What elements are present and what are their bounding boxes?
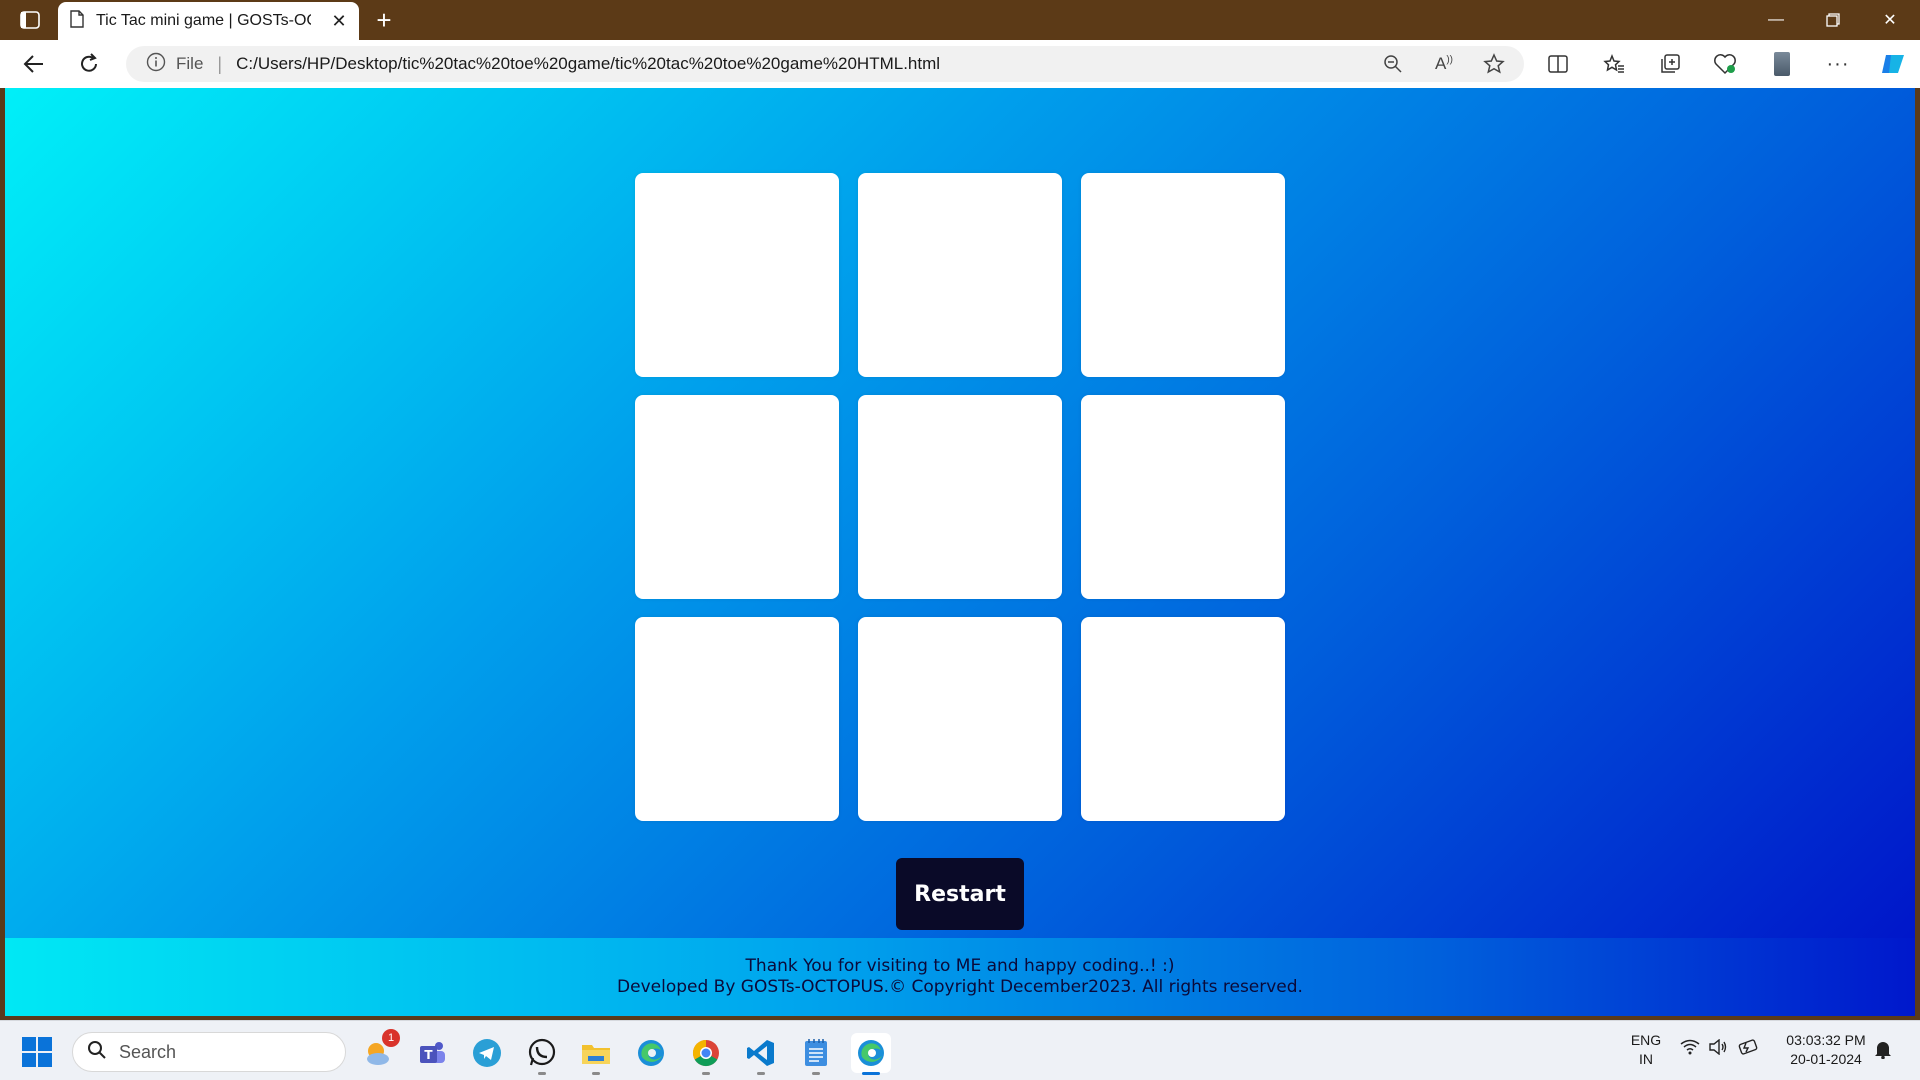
- info-icon[interactable]: [146, 52, 166, 77]
- weather-widget-icon[interactable]: 1: [358, 1029, 400, 1073]
- browser-tab-bar: Tic Tac mini game | GOSTs-OCTO ✕ + — ✕: [0, 0, 1920, 40]
- notification-badge: 1: [382, 1029, 400, 1047]
- board-cell[interactable]: [858, 617, 1062, 821]
- page-icon: [70, 9, 84, 33]
- search-icon: [87, 1040, 107, 1065]
- browser-tab[interactable]: Tic Tac mini game | GOSTs-OCTO ✕: [58, 2, 359, 40]
- notification-bell-icon[interactable]: [1874, 1039, 1892, 1064]
- search-placeholder: Search: [119, 1041, 177, 1062]
- address-bar[interactable]: File | C:/Users/HP/Desktop/tic%20tac%20t…: [126, 46, 1524, 82]
- running-indicator: [812, 1072, 820, 1075]
- system-tray[interactable]: [1680, 1038, 1758, 1060]
- read-aloud-icon[interactable]: A)): [1427, 48, 1461, 80]
- file-explorer-icon[interactable]: [576, 1033, 616, 1075]
- board-cell[interactable]: [635, 617, 839, 821]
- new-tab-icon[interactable]: +: [370, 5, 398, 35]
- region-label: IN: [1639, 1051, 1653, 1067]
- board-cell[interactable]: [1081, 173, 1285, 377]
- page-viewport: Restart Thank You for visiting to ME and…: [5, 88, 1915, 1016]
- language-indicator[interactable]: ENG IN: [1625, 1031, 1667, 1069]
- chrome-icon[interactable]: [686, 1033, 726, 1075]
- clock-date: 20-01-2024: [1790, 1051, 1862, 1067]
- windows-start-icon[interactable]: [22, 1037, 52, 1067]
- copilot-icon[interactable]: [1876, 48, 1910, 80]
- svg-text:T: T: [424, 1048, 433, 1062]
- board-cell[interactable]: [1081, 617, 1285, 821]
- volume-icon: [1708, 1038, 1728, 1060]
- address-url[interactable]: C:/Users/HP/Desktop/tic%20tac%20toe%20ga…: [236, 54, 940, 74]
- refresh-icon[interactable]: [72, 48, 106, 80]
- wifi-icon: [1680, 1039, 1700, 1060]
- footer-copyright-text: Developed By GOSTs-OCTOPUS.© Copyright D…: [617, 977, 1303, 997]
- taskbar-search[interactable]: Search: [72, 1032, 346, 1072]
- favorites-icon[interactable]: [1597, 48, 1631, 80]
- collections-icon[interactable]: [1653, 48, 1687, 80]
- browser-essentials-icon[interactable]: [1708, 48, 1742, 80]
- back-arrow-icon[interactable]: [17, 48, 51, 80]
- whatsapp-icon[interactable]: [522, 1033, 562, 1075]
- board-cell[interactable]: [635, 395, 839, 599]
- running-indicator: [757, 1072, 765, 1075]
- edge-icon[interactable]: [631, 1033, 671, 1073]
- profile-avatar[interactable]: [1765, 48, 1799, 80]
- teams-icon[interactable]: T: [413, 1033, 453, 1073]
- vscode-icon[interactable]: [741, 1033, 781, 1075]
- page-footer: Thank You for visiting to ME and happy c…: [5, 938, 1915, 1016]
- board-cell[interactable]: [858, 173, 1062, 377]
- telegram-icon[interactable]: [467, 1033, 507, 1073]
- board-cell[interactable]: [858, 395, 1062, 599]
- battery-icon: [1736, 1039, 1758, 1060]
- running-indicator: [592, 1072, 600, 1075]
- restore-icon[interactable]: [1805, 0, 1861, 40]
- minimize-icon[interactable]: —: [1748, 0, 1804, 40]
- tab-actions-icon[interactable]: [16, 8, 44, 32]
- close-tab-icon[interactable]: ✕: [329, 11, 349, 31]
- active-indicator: [862, 1072, 880, 1075]
- address-scheme-label: File: [176, 54, 204, 73]
- edge-active-icon[interactable]: [851, 1033, 891, 1075]
- close-window-icon[interactable]: ✕: [1862, 0, 1918, 40]
- game-board: [635, 173, 1291, 829]
- language-label: ENG: [1630, 1032, 1662, 1048]
- browser-toolbar: File | C:/Users/HP/Desktop/tic%20tac%20t…: [0, 40, 1920, 88]
- footer-thanks-text: Thank You for visiting to ME and happy c…: [745, 956, 1175, 976]
- restart-button[interactable]: Restart: [896, 858, 1024, 930]
- windows-taskbar: Search 1 T ENG IN 03:03:32 PM 20-01-2024: [0, 1020, 1920, 1080]
- tab-title: Tic Tac mini game | GOSTs-OCTO: [96, 12, 311, 29]
- running-indicator: [702, 1072, 710, 1075]
- more-options-icon[interactable]: ···: [1821, 48, 1855, 80]
- notepad-icon[interactable]: [796, 1033, 836, 1075]
- clock[interactable]: 03:03:32 PM 20-01-2024: [1776, 1031, 1876, 1069]
- clock-time: 03:03:32 PM: [1786, 1032, 1866, 1048]
- board-cell[interactable]: [635, 173, 839, 377]
- zoom-out-icon[interactable]: [1376, 48, 1410, 80]
- running-indicator: [538, 1072, 546, 1075]
- split-screen-icon[interactable]: [1541, 48, 1575, 80]
- address-separator: |: [217, 53, 223, 74]
- board-cell[interactable]: [1081, 395, 1285, 599]
- favorite-star-icon[interactable]: [1477, 48, 1511, 80]
